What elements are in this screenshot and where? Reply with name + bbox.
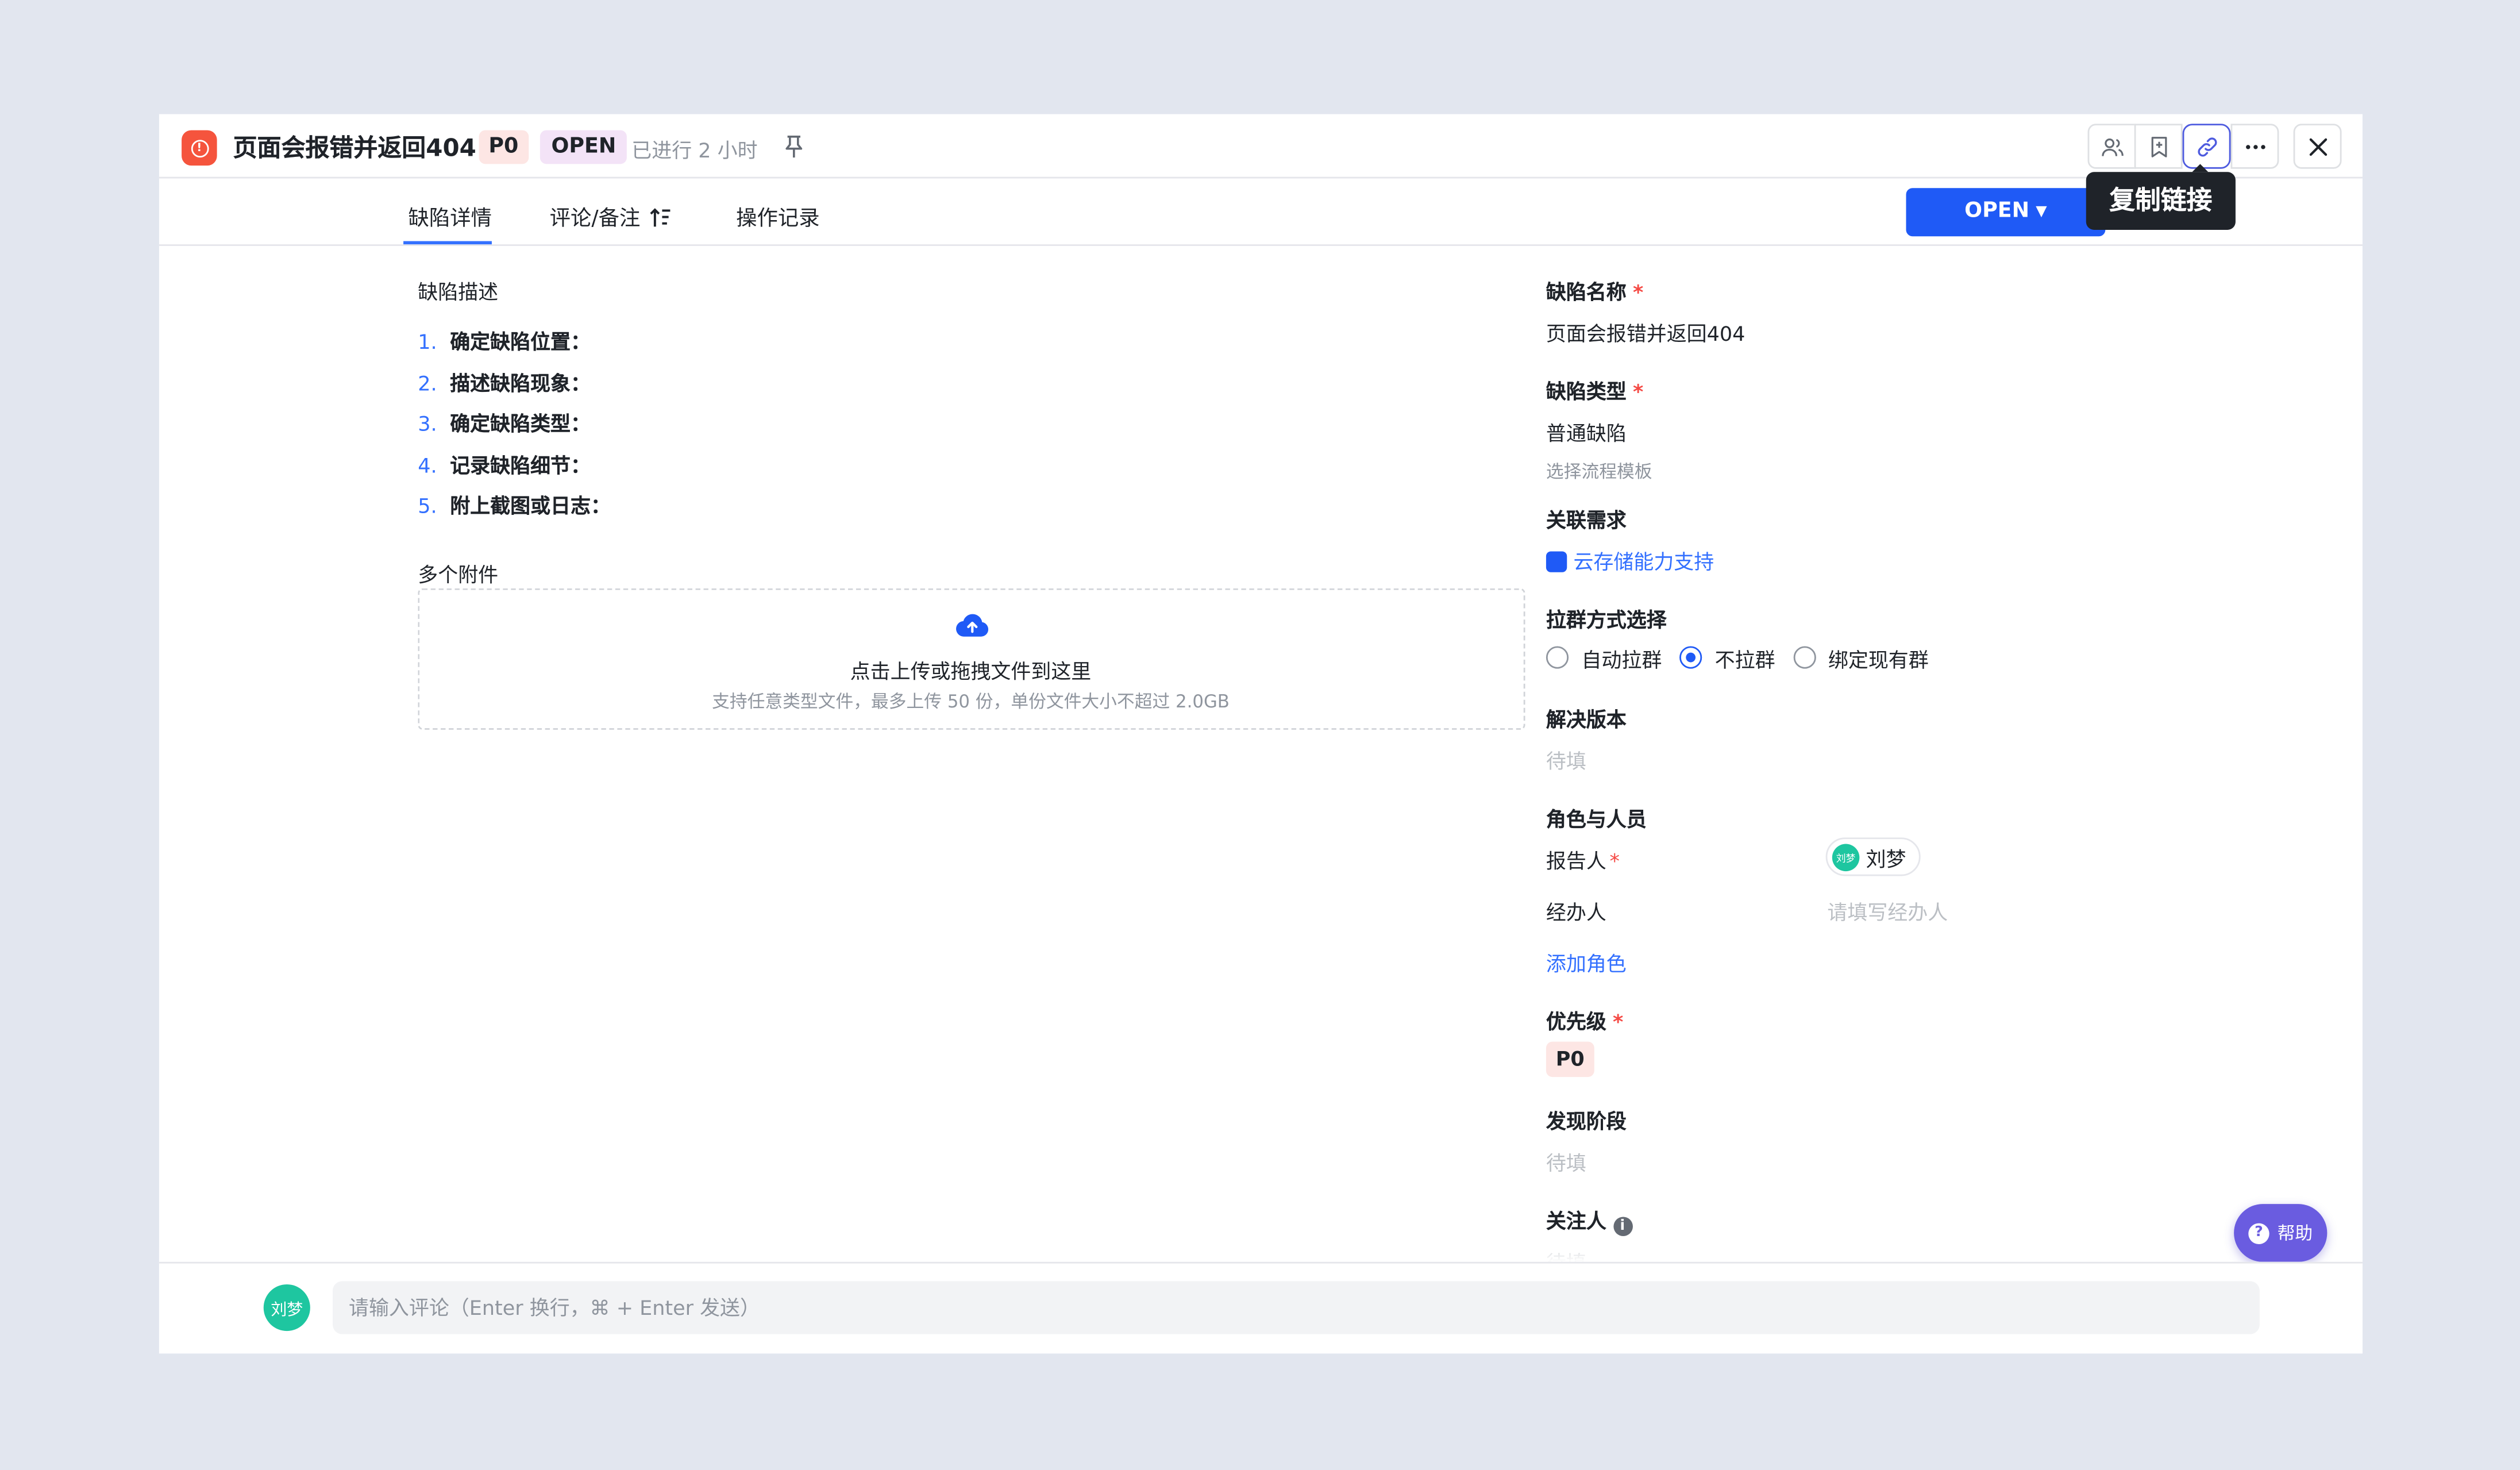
bookmark-button[interactable] [2134,124,2183,169]
bug-detail-panel: ! 页面会报错并返回404 P0 OPEN 已进行 2 小时 复制链接 缺陷详情… [159,114,2363,1354]
radio-no-group[interactable]: 不拉群 [1679,642,1775,672]
status-button-label: OPEN [1964,199,2030,224]
radio-bind-group[interactable]: 绑定现有群 [1793,642,1929,672]
description-content[interactable]: 1. 确定缺陷位置： 2. 描述缺陷现象： 3. 确定缺陷类型： 4. 记录缺陷细节： … [418,325,611,530]
radio-auto-group[interactable]: 自动拉群 [1546,642,1662,672]
add-role-link[interactable]: 添加角色 [1546,947,1627,978]
copy-link-button[interactable] [2182,124,2231,169]
status-dropdown-button[interactable]: OPEN ▼ [1906,188,2106,237]
required-mark: * [1613,1009,1624,1034]
comment-input[interactable] [333,1281,2260,1334]
elapsed-time: 已进行 2 小时 [631,138,758,163]
required-mark: * [1632,279,1644,304]
bug-type-label: 缺陷类型 * [1546,379,1644,404]
group-mode-label: 拉群方式选择 [1546,607,1667,632]
status-tag[interactable]: OPEN [540,130,627,164]
radio-button[interactable] [1546,646,1569,669]
requirement-link[interactable]: 云存储能力支持 [1546,545,1714,575]
more-button[interactable] [2230,124,2279,169]
list-item: 5. 附上截图或日志： [418,493,611,518]
list-item: 1. 确定缺陷位置： [418,329,591,354]
roles-label: 角色与人员 [1546,807,1647,832]
requirement-label: 关联需求 [1546,507,1627,532]
requirement-icon [1546,551,1567,572]
more-icon [2245,144,2265,149]
members-icon [2101,137,2123,156]
priority-select[interactable]: P0 [1546,1041,1594,1078]
cloud-upload-icon [956,614,989,637]
version-label: 解决版本 [1546,707,1627,732]
priority-label: 优先级 * [1546,1009,1624,1034]
pin-icon[interactable] [783,133,805,159]
stage-label: 发现阶段 [1546,1109,1627,1134]
tab-bug-details[interactable]: 缺陷详情 [408,201,491,232]
caret-down-icon: ▼ [2036,204,2047,221]
active-tab-indicator [403,241,492,245]
reporter-chip[interactable]: 刘梦 刘梦 [1825,837,1921,876]
comment-bar: 刘梦 [159,1261,2363,1354]
radio-button[interactable] [1793,646,1816,669]
tab-comments[interactable]: 评论/备注 [550,201,673,232]
list-item: 2. 描述缺陷现象： [418,370,591,395]
radio-button-checked[interactable] [1679,646,1702,669]
priority-tag[interactable]: P0 [479,130,529,164]
avatar: 刘梦 [1832,843,1860,871]
bug-name-value[interactable]: 页面会报错并返回404 [1546,317,1745,347]
page-title: 页面会报错并返回404 [233,133,476,163]
assignee-label: 经办人 [1546,900,1606,925]
bug-type-value[interactable]: 普通缺陷 [1546,416,1627,447]
help-button[interactable]: ? 帮助 [2234,1204,2328,1262]
tab-bar: 缺陷详情 评论/备注 操作记录 OPEN ▼ [159,178,2363,246]
tab-activity-log[interactable]: 操作记录 [736,201,819,232]
link-icon [2197,137,2217,156]
sort-icon[interactable] [650,207,672,228]
required-mark: * [1609,848,1620,873]
close-icon [2309,137,2326,155]
help-icon: ? [2248,1222,2269,1244]
followers-label: 关注人 i [1546,1204,1632,1237]
upload-title: 点击上传或拖拽文件到这里 [850,659,1092,683]
avatar: 刘梦 [263,1284,310,1332]
reporter-label: 报告人 * [1546,848,1620,873]
attachments-label: 多个附件 [418,563,499,587]
header-bar: ! 页面会报错并返回404 P0 OPEN 已进行 2 小时 [159,114,2363,179]
bookmark-icon [2151,136,2167,157]
assignee-field[interactable]: 请填写经办人 [1827,895,1948,926]
list-item: 4. 记录缺陷细节： [418,452,591,477]
scroll-fade [159,1239,2363,1262]
description-label: 缺陷描述 [418,279,499,304]
upload-dropzone[interactable]: 点击上传或拖拽文件到这里 支持任意类型文件，最多上传 50 份，单份文件大小不超… [418,588,1525,730]
info-icon[interactable]: i [1613,1217,1632,1237]
upload-hint: 支持任意类型文件，最多上传 50 份，单份文件大小不超过 2.0GB [712,691,1230,713]
close-button[interactable] [2293,124,2342,169]
stage-field[interactable]: 待填 [1546,1146,1586,1176]
required-mark: * [1632,379,1644,404]
copy-link-tooltip: 复制链接 [2086,164,2236,230]
list-item: 3. 确定缺陷类型： [418,411,591,436]
version-field[interactable]: 待填 [1546,744,1586,775]
template-hint-link[interactable]: 选择流程模板 [1546,458,1652,484]
members-button[interactable] [2087,124,2136,169]
bug-icon: ! [182,130,217,166]
tab-comments-label: 评论/备注 [549,207,641,232]
group-mode-radios: 自动拉群 不拉群 绑定现有群 [1546,643,1947,672]
bug-name-label: 缺陷名称 * [1546,279,1644,304]
